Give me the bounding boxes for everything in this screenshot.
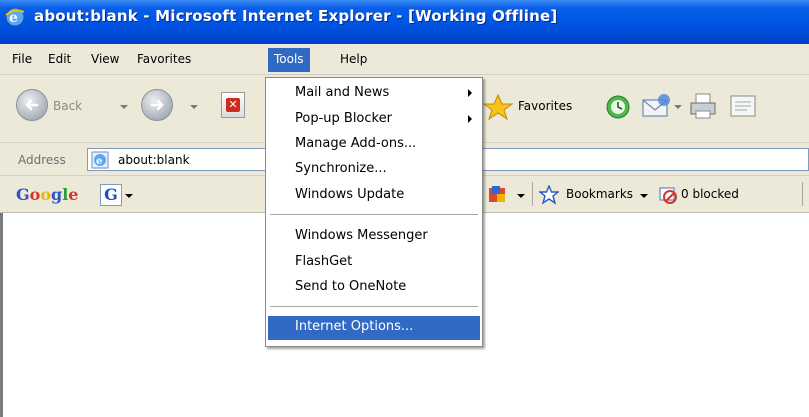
options-icon[interactable] — [486, 184, 508, 206]
history-icon[interactable] — [603, 93, 633, 121]
internet-explorer-icon: e — [5, 7, 25, 27]
forward-button[interactable] — [141, 89, 173, 121]
stop-button[interactable]: ✕ — [221, 92, 245, 118]
menu-item-label: Pop-up Blocker — [295, 111, 392, 126]
mail-icon[interactable] — [640, 91, 672, 121]
bookmarks-label[interactable]: Bookmarks — [566, 187, 633, 201]
menu-item-label: Windows Update — [295, 187, 405, 202]
google-search-button[interactable]: G — [100, 184, 122, 206]
forward-arrow-icon — [150, 99, 164, 111]
menu-item-label: Mail and News — [295, 85, 390, 100]
google-dropdown-icon[interactable] — [125, 194, 133, 198]
back-arrow-icon — [25, 99, 39, 111]
menu-item-label: FlashGet — [295, 254, 353, 269]
menu-item-synchronize[interactable]: Synchronize... — [268, 158, 480, 182]
print-icon[interactable] — [687, 91, 719, 121]
menu-file[interactable]: File — [12, 51, 32, 71]
menu-separator — [270, 214, 478, 215]
bookmarks-dropdown-icon[interactable] — [640, 194, 648, 198]
bookmark-star-icon[interactable] — [539, 185, 559, 205]
title-bar: e about:blank - Microsoft Internet Explo… — [0, 0, 809, 44]
menu-edit[interactable]: Edit — [48, 51, 71, 71]
menu-item-flashget[interactable]: FlashGet — [268, 251, 480, 275]
menu-separator — [270, 306, 478, 307]
menu-item-label: Windows Messenger — [295, 228, 428, 243]
forward-dropdown-icon[interactable] — [190, 105, 198, 109]
favorites-label[interactable]: Favorites — [518, 99, 572, 113]
page-icon: e — [91, 151, 109, 169]
back-label: Back — [53, 99, 83, 113]
menu-item-manage-addons[interactable]: Manage Add-ons... — [268, 133, 480, 157]
mail-dropdown-icon[interactable] — [674, 105, 682, 109]
menu-item-send-to-onenote[interactable]: Send to OneNote — [268, 276, 480, 300]
menu-item-internet-options[interactable]: Internet Options... — [268, 316, 480, 340]
options-dropdown-icon[interactable] — [517, 194, 525, 198]
edit-icon[interactable] — [727, 91, 759, 121]
menu-item-label: Internet Options... — [295, 319, 414, 334]
submenu-arrow-icon — [468, 89, 472, 97]
menu-bar: File Edit View Favorites Tools Help — [0, 44, 809, 75]
menu-view[interactable]: View — [91, 51, 119, 71]
blocked-count-label[interactable]: 0 blocked — [681, 187, 739, 201]
tools-dropdown-menu: Mail and News Pop-up Blocker Manage Add-… — [265, 77, 483, 347]
menu-item-label: Synchronize... — [295, 161, 387, 176]
menu-item-windows-messenger[interactable]: Windows Messenger — [268, 225, 480, 249]
google-logo[interactable]: Google — [16, 185, 78, 204]
menu-favorites[interactable]: Favorites — [137, 51, 191, 71]
stop-icon: ✕ — [226, 98, 240, 112]
window-title: about:blank - Microsoft Internet Explore… — [34, 7, 558, 25]
menu-item-windows-update[interactable]: Windows Update — [268, 184, 480, 208]
address-label: Address — [18, 153, 66, 167]
favorites-star-icon[interactable] — [482, 93, 514, 121]
svg-text:e: e — [96, 156, 102, 167]
menu-item-label: Send to OneNote — [295, 279, 407, 294]
back-button[interactable] — [16, 89, 48, 121]
menu-tools[interactable]: Tools — [268, 48, 310, 72]
menu-help[interactable]: Help — [340, 51, 367, 71]
toolbar-divider — [532, 182, 533, 206]
menu-item-mail-and-news[interactable]: Mail and News — [268, 82, 480, 106]
submenu-arrow-icon — [468, 115, 472, 123]
menu-item-popup-blocker[interactable]: Pop-up Blocker — [268, 108, 480, 132]
back-dropdown-icon[interactable] — [120, 105, 128, 109]
menu-item-label: Manage Add-ons... — [295, 136, 417, 151]
address-value: about:blank — [118, 153, 190, 167]
toolbar-divider-right — [802, 182, 803, 206]
popup-blocker-icon[interactable] — [658, 185, 678, 205]
